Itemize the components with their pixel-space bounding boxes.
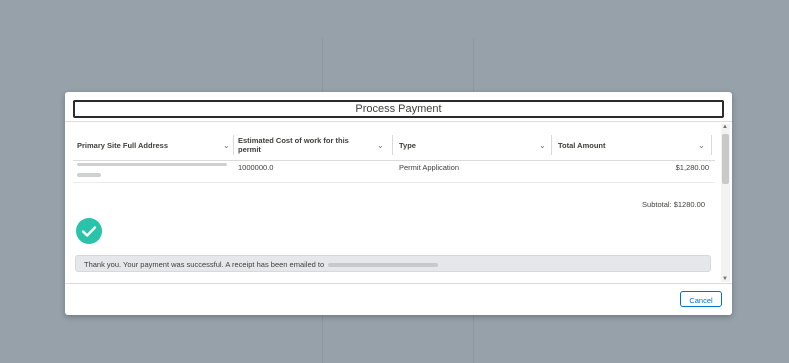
redacted-address-line [77, 173, 101, 177]
column-header-type[interactable]: Type ⌄ [399, 130, 559, 160]
cancel-button[interactable]: Cancel [680, 291, 722, 307]
column-divider [551, 135, 552, 155]
column-label: Total Amount [558, 140, 606, 150]
success-message-text: Thank you. Your payment was successful. … [84, 260, 325, 269]
column-divider [233, 135, 234, 155]
process-payment-modal: Process Payment Primary Site Full Addres… [65, 92, 732, 315]
redacted-address-line [77, 163, 227, 166]
column-header-estimated-cost[interactable]: Estimated Cost of work for this permit ⌄ [238, 130, 388, 160]
column-header-address[interactable]: Primary Site Full Address ⌄ [77, 130, 237, 160]
checkmark-circle-icon [76, 218, 102, 244]
estimated-cost-cell: 1000000.0 [238, 163, 274, 172]
chevron-down-icon[interactable]: ⌄ [539, 141, 546, 150]
chevron-down-icon[interactable]: ⌄ [223, 141, 230, 150]
scroll-up-icon[interactable]: ▲ [722, 124, 728, 130]
column-header-total-amount[interactable]: Total Amount ⌄ [558, 130, 708, 160]
column-label: Primary Site Full Address [77, 140, 169, 150]
subtotal: Subtotal: $1280.00 [642, 200, 705, 209]
table-row: 1000000.0 Permit Application $1,280.00 [73, 161, 715, 182]
footer-divider [65, 283, 732, 284]
column-label: Estimated Cost of work for this permit [238, 136, 349, 154]
column-divider [392, 135, 393, 155]
total-amount-cell: $1,280.00 [675, 163, 709, 172]
success-message: Thank you. Your payment was successful. … [75, 255, 711, 272]
scrollbar-thumb[interactable] [722, 134, 729, 184]
modal-scrollbar[interactable]: ▲ ▼ [721, 124, 730, 282]
row-divider [73, 182, 715, 183]
column-label: Type [399, 140, 416, 150]
scroll-down-icon[interactable]: ▼ [722, 276, 728, 282]
chevron-down-icon[interactable]: ⌄ [698, 141, 705, 150]
chevron-down-icon[interactable]: ⌄ [377, 141, 384, 150]
redacted-email [328, 263, 439, 268]
table-header: Primary Site Full Address ⌄ Estimated Co… [73, 130, 715, 161]
modal-title: Process Payment [73, 100, 724, 118]
header-divider [65, 121, 732, 122]
type-cell: Permit Application [399, 163, 460, 172]
column-divider [711, 135, 712, 155]
